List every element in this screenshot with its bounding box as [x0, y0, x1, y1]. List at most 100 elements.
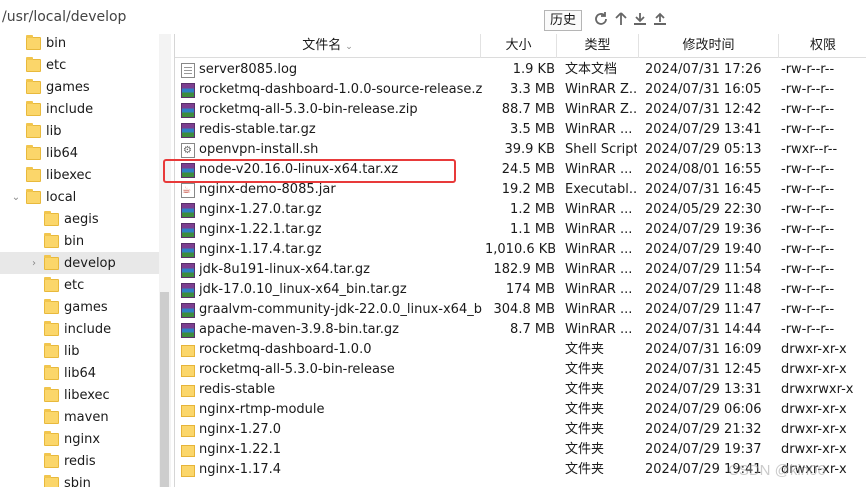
column-header-size[interactable]: 大小 — [481, 34, 557, 58]
history-button[interactable]: 历史 — [544, 10, 582, 31]
tree-scrollbar-thumb[interactable] — [160, 292, 169, 487]
download-icon[interactable] — [632, 11, 648, 27]
file-name: nginx-rtmp-module — [199, 402, 325, 417]
column-header-name[interactable]: 文件名 ⌄ — [175, 34, 481, 58]
tree-item[interactable]: bin — [0, 230, 160, 252]
file-permissions: -rw-r--r-- — [781, 322, 835, 337]
tree-item[interactable]: include — [0, 318, 160, 340]
file-size — [485, 360, 555, 380]
column-header-time[interactable]: 修改时间 — [639, 34, 779, 58]
tree-item[interactable]: libexec — [0, 384, 160, 406]
highlight-box — [163, 159, 456, 183]
tree-item[interactable]: aegis — [0, 208, 160, 230]
tree-item[interactable]: bin — [0, 34, 160, 54]
refresh-icon[interactable] — [593, 11, 609, 27]
path-input[interactable]: /usr/local/develop — [2, 9, 126, 25]
up-icon[interactable] — [613, 11, 629, 27]
folder-row[interactable]: rocketmq-all-5.3.0-bin-release 文件夹 2024/07… — [175, 360, 866, 380]
tree-item-label: aegis — [64, 211, 99, 227]
file-modified-time: 2024/07/29 06:06 — [645, 402, 762, 417]
file-list: 文件名 ⌄ 大小 类型 修改时间 权限 server8085.log 1.9 KB 文… — [174, 34, 866, 487]
folder-row[interactable]: nginx-1.22.1 文件夹 2024/07/29 19:37 drwxr-xr-… — [175, 440, 866, 460]
folder-icon — [44, 452, 59, 468]
chevron-right-icon[interactable]: › — [28, 258, 40, 269]
file-size: 24.5 MB — [501, 162, 555, 177]
folder-icon — [44, 276, 59, 292]
folder-icon — [26, 34, 41, 50]
file-row[interactable]: nginx-demo-8085.jar 19.2 MB Executabl... 20… — [175, 180, 866, 200]
tree-item[interactable]: lib64 — [0, 142, 160, 164]
file-type: 文件夹 — [565, 382, 605, 397]
tree-item[interactable]: lib64 — [0, 362, 160, 384]
tree-item-label: nginx — [64, 431, 101, 447]
tree-item-label: bin — [64, 233, 85, 249]
tree-item-label: lib64 — [46, 145, 79, 161]
folder-icon — [44, 320, 59, 336]
archive-icon — [181, 323, 195, 338]
file-row[interactable]: rocketmq-dashboard-1.0.0-source-release.… — [175, 80, 866, 100]
file-type: 文件夹 — [565, 402, 605, 417]
file-row[interactable]: rocketmq-all-5.3.0-bin-release.zip 88.7 M… — [175, 100, 866, 120]
tree-item[interactable]: nginx — [0, 428, 160, 450]
tree-item[interactable]: ⌄ local — [0, 186, 160, 208]
file-type: WinRAR ... — [565, 202, 633, 217]
file-size — [485, 460, 555, 480]
file-row[interactable]: graalvm-community-jdk-22.0.0_linux-x64_b… — [175, 300, 866, 320]
folder-icon — [181, 445, 195, 457]
path-bar: /usr/local/develop 历史 — [0, 0, 866, 34]
tree-item-label: sbin — [64, 475, 91, 487]
file-permissions: -rw-r--r-- — [781, 102, 835, 117]
column-header-perm[interactable]: 权限 — [779, 34, 866, 58]
watermark: CSDN @kin06 — [728, 462, 826, 479]
file-name: server8085.log — [199, 62, 298, 77]
tree-item-label: include — [64, 321, 112, 337]
tree-item[interactable]: lib — [0, 120, 160, 142]
folder-icon — [181, 345, 195, 357]
file-name: nginx-1.27.0 — [199, 422, 282, 437]
tree-item[interactable]: include — [0, 98, 160, 120]
tree-item[interactable]: maven — [0, 406, 160, 428]
file-row[interactable]: nginx-1.17.4.tar.gz 1,010.6 KB WinRAR ... 2… — [175, 240, 866, 260]
file-row[interactable]: server8085.log 1.9 KB 文本文档 2024/07/31 17:26… — [175, 60, 866, 80]
folder-row[interactable]: redis-stable 文件夹 2024/07/29 13:31 drwxrwxr-… — [175, 380, 866, 400]
file-permissions: -rw-r--r-- — [781, 302, 835, 317]
file-name: redis-stable.tar.gz — [199, 122, 316, 137]
file-row[interactable]: jdk-17.0.10_linux-x64_bin.tar.gz 174 MB Wi… — [175, 280, 866, 300]
tree-item[interactable]: lib — [0, 340, 160, 362]
file-row[interactable]: redis-stable.tar.gz 3.5 MB WinRAR ... 2024/… — [175, 120, 866, 140]
file-permissions: -rw-r--r-- — [781, 202, 835, 217]
tree-item[interactable]: games — [0, 76, 160, 98]
file-type: WinRAR ... — [565, 242, 633, 257]
tree-item-label: redis — [64, 453, 96, 469]
column-name-label: 文件名 — [302, 38, 342, 53]
file-modified-time: 2024/07/29 11:54 — [645, 262, 762, 277]
tree-item[interactable]: etc — [0, 54, 160, 76]
file-name: rocketmq-all-5.3.0-bin-release — [199, 362, 395, 377]
column-header-type[interactable]: 类型 — [557, 34, 639, 58]
file-row[interactable]: jdk-8u191-linux-x64.tar.gz 182.9 MB WinRAR… — [175, 260, 866, 280]
folder-icon — [181, 405, 195, 417]
tree-item[interactable]: redis — [0, 450, 160, 472]
tree-item[interactable]: etc — [0, 274, 160, 296]
file-row[interactable]: openvpn-install.sh 39.9 KB Shell Script 202… — [175, 140, 866, 160]
tree-item[interactable]: sbin — [0, 472, 160, 487]
archive-icon — [181, 263, 195, 278]
tree-item[interactable]: libexec — [0, 164, 160, 186]
file-permissions: -rw-r--r-- — [781, 62, 835, 77]
script-file-icon — [181, 143, 195, 158]
file-modified-time: 2024/07/29 19:37 — [645, 442, 762, 457]
chevron-down-icon[interactable]: ⌄ — [10, 192, 22, 203]
file-size: 1,010.6 KB — [485, 242, 555, 257]
tree-item[interactable]: › develop — [0, 252, 160, 274]
file-modified-time: 2024/08/01 16:55 — [645, 162, 762, 177]
upload-icon[interactable] — [652, 11, 668, 27]
folder-row[interactable]: rocketmq-dashboard-1.0.0 文件夹 2024/07/31 16… — [175, 340, 866, 360]
file-row[interactable]: apache-maven-3.9.8-bin.tar.gz 8.7 MB WinRA… — [175, 320, 866, 340]
folder-icon — [181, 365, 195, 377]
file-row[interactable]: nginx-1.27.0.tar.gz 1.2 MB WinRAR ... 2024/… — [175, 200, 866, 220]
folder-row[interactable]: nginx-1.27.0 文件夹 2024/07/29 21:32 drwxr-xr-… — [175, 420, 866, 440]
file-row[interactable]: nginx-1.22.1.tar.gz 1.1 MB WinRAR ... 2024/… — [175, 220, 866, 240]
tree-item[interactable]: games — [0, 296, 160, 318]
folder-row[interactable]: nginx-rtmp-module 文件夹 2024/07/29 06:06 drwx… — [175, 400, 866, 420]
file-name: rocketmq-dashboard-1.0.0 — [199, 342, 372, 357]
